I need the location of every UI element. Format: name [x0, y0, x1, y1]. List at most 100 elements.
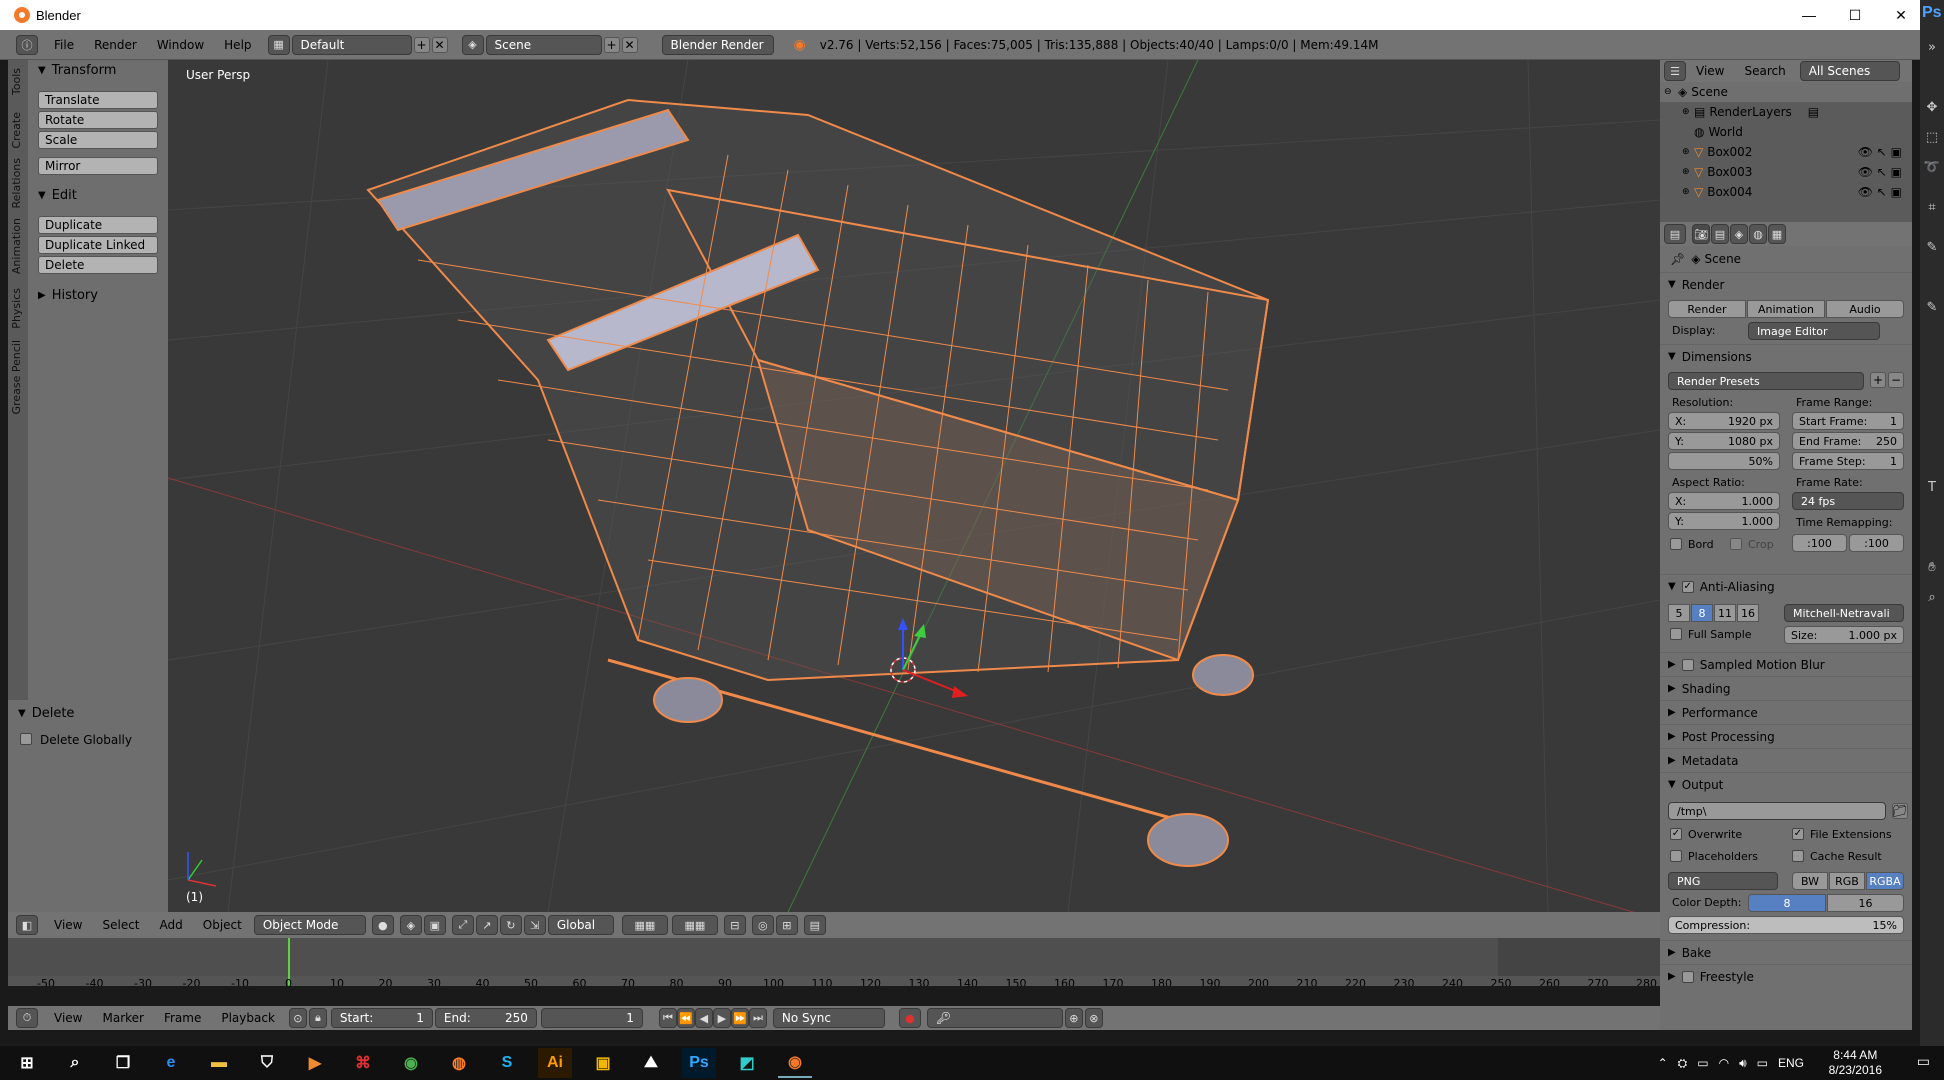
placeholders-checkbox[interactable] — [1670, 850, 1682, 862]
search-icon[interactable]: ⌕ — [58, 1048, 92, 1078]
render-section-header[interactable]: ▼ Render — [1660, 272, 1912, 296]
minimize-button[interactable]: — — [1786, 0, 1832, 30]
color-mode-rgba[interactable]: RGBA — [1866, 872, 1904, 890]
tray-wifi-icon[interactable]: ◠ — [1719, 1056, 1729, 1070]
record-icon[interactable]: ● — [898, 1008, 921, 1028]
store-icon[interactable]: ⛉ — [250, 1048, 284, 1078]
preview-range-icon[interactable]: ⊙ — [288, 1008, 307, 1028]
notes-icon[interactable]: ▣ — [586, 1048, 620, 1078]
edge-icon[interactable]: e — [154, 1048, 188, 1078]
render-audio-button[interactable]: Audio — [1826, 300, 1904, 318]
color-mode-rgb[interactable]: RGB — [1829, 872, 1865, 890]
display-dropdown[interactable]: Image Editor — [1748, 322, 1880, 340]
file-explorer-icon[interactable]: ▬ — [202, 1048, 236, 1078]
outliner-item-box002[interactable]: ⊕ ▽ Box002 👁︎ ↖ ▣ — [1660, 142, 1912, 162]
bake-header[interactable]: ▶ Bake — [1660, 940, 1912, 964]
compression-slider[interactable]: Compression: 15% — [1668, 916, 1904, 934]
delete-button[interactable]: Delete — [38, 256, 158, 274]
file-format-dropdown[interactable]: PNG — [1668, 872, 1778, 890]
color-mode-bw[interactable]: BW — [1792, 872, 1828, 890]
lock-range-icon[interactable]: 🔒︎ — [308, 1008, 327, 1028]
taskbar-clock[interactable]: 8:44 AM 8/23/2016 — [1829, 1048, 1882, 1078]
render-still-button[interactable]: Render — [1668, 300, 1746, 318]
cache-result-checkbox[interactable] — [1792, 850, 1804, 862]
browse-folder-icon[interactable]: 📁︎ — [1892, 803, 1908, 819]
remove-layout-icon[interactable]: ✕ — [431, 36, 448, 53]
app-taskbar-icon[interactable]: ◩ — [730, 1048, 764, 1078]
translate-manip-icon[interactable]: ↗ — [475, 915, 498, 935]
remove-preset-icon[interactable]: − — [1888, 372, 1904, 388]
aspect-x-field[interactable]: X: 1.000 — [1668, 492, 1780, 510]
scene-icon[interactable]: ◈ — [461, 34, 484, 55]
media-player-icon[interactable]: ▶ — [298, 1048, 332, 1078]
output-path-field[interactable]: /tmp\ — [1668, 802, 1886, 820]
aa-samples-16[interactable]: 16 — [1737, 604, 1759, 622]
photoshop-taskbar-icon[interactable]: Ps — [682, 1048, 716, 1078]
3d-viewport[interactable]: User Persp (1) — [168, 60, 1660, 912]
insert-keyframe-icon[interactable]: ⊕ — [1064, 1008, 1083, 1028]
resolution-y-field[interactable]: Y: 1080 px — [1668, 432, 1780, 450]
shading-icon[interactable]: ● — [371, 915, 394, 935]
menu-frame[interactable]: Frame — [154, 1011, 211, 1025]
editor-type-icon-3d[interactable]: ◧ — [16, 915, 38, 935]
redo-panel-header[interactable]: ▼ Delete — [18, 702, 74, 724]
frame-rate-dropdown[interactable]: 24 fps — [1792, 492, 1904, 510]
anti-aliasing-checkbox[interactable]: ✓ — [1681, 580, 1694, 593]
remove-scene-icon[interactable]: ✕ — [621, 36, 638, 53]
layers-tab-icon[interactable]: ▤ — [1711, 224, 1729, 244]
menu-window[interactable]: Window — [147, 38, 214, 52]
full-sample-checkbox[interactable] — [1670, 628, 1682, 640]
aspect-y-field[interactable]: Y: 1.000 — [1668, 512, 1780, 530]
end-frame-field[interactable]: End: 250 — [434, 1008, 537, 1028]
play-icon[interactable]: ▶ — [712, 1008, 731, 1028]
editor-type-icon-outliner[interactable]: ☰ — [1664, 61, 1686, 81]
orientation-dropdown[interactable]: Global — [547, 915, 614, 935]
blender-taskbar-icon[interactable]: ◉ — [778, 1048, 812, 1078]
maximize-button[interactable]: ☐ — [1832, 0, 1878, 30]
tab-create[interactable]: Create — [10, 112, 23, 149]
layers-grid-2-icon[interactable]: ▦▦ — [671, 915, 718, 935]
layers-grid-icon[interactable]: ▦▦ — [621, 915, 668, 935]
time-remap-old-field[interactable]: :100 — [1792, 534, 1847, 552]
dimensions-section-header[interactable]: ▼ Dimensions — [1660, 344, 1912, 368]
play-reverse-icon[interactable]: ◀ — [694, 1008, 713, 1028]
menu-view-timeline[interactable]: View — [44, 1011, 92, 1025]
shading-header[interactable]: ▶ Shading — [1660, 676, 1912, 700]
transform-panel-header[interactable]: ▼ Transform — [28, 59, 168, 81]
freestyle-checkbox[interactable] — [1681, 970, 1694, 983]
scene-dropdown[interactable]: Scene — [485, 34, 602, 55]
start-frame-field[interactable]: Start: 1 — [330, 1008, 433, 1028]
tray-message-icon[interactable]: ▭ — [1757, 1056, 1768, 1070]
anti-aliasing-section-header[interactable]: ▼ ✓ Anti-Aliasing — [1660, 574, 1912, 598]
next-keyframe-icon[interactable]: ⏩ — [730, 1008, 749, 1028]
layout-dropdown[interactable]: Default — [291, 34, 412, 55]
edit-panel-header[interactable]: ▼ Edit — [28, 184, 168, 206]
occlude-icon[interactable]: ▣ — [423, 915, 446, 935]
render-animation-button[interactable]: Animation — [1747, 300, 1825, 318]
add-layout-icon[interactable]: + — [413, 36, 430, 53]
sampled-motion-blur-header[interactable]: ▶ Sampled Motion Blur — [1660, 652, 1912, 676]
resolution-percentage-field[interactable]: 50% — [1668, 452, 1780, 470]
editor-type-icon[interactable]: ⓘ — [16, 34, 38, 55]
menu-object[interactable]: Object — [193, 918, 252, 932]
metadata-header[interactable]: ▶ Metadata — [1660, 748, 1912, 772]
menu-select[interactable]: Select — [92, 918, 149, 932]
menu-playback[interactable]: Playback — [211, 1011, 285, 1025]
end-frame-prop-field[interactable]: End Frame: 250 — [1792, 432, 1904, 450]
freestyle-header[interactable]: ▶ Freestyle — [1660, 964, 1912, 988]
skype-icon[interactable]: S — [490, 1048, 524, 1078]
color-depth-16[interactable]: 16 — [1827, 894, 1904, 912]
proportional-icon[interactable]: ◎ — [751, 915, 774, 935]
tab-physics[interactable]: Physics — [10, 288, 23, 329]
color-depth-8[interactable]: 8 — [1748, 894, 1826, 912]
aa-filter-dropdown[interactable]: Mitchell-Netravali — [1784, 604, 1904, 622]
photos-icon[interactable]: ⛰ — [634, 1048, 668, 1078]
current-frame-field[interactable]: 1 — [540, 1008, 643, 1028]
start-frame-prop-field[interactable]: Start Frame: 1 — [1792, 412, 1904, 430]
jump-start-icon[interactable]: ⏮ — [658, 1008, 677, 1028]
tray-chevron-icon[interactable]: ⌃ — [1658, 1056, 1668, 1070]
menu-view[interactable]: View — [44, 918, 92, 932]
tray-language[interactable]: ENG — [1778, 1056, 1804, 1070]
illustrator-icon[interactable]: Ai — [538, 1048, 572, 1078]
outliner-menu-search[interactable]: Search — [1734, 64, 1795, 78]
